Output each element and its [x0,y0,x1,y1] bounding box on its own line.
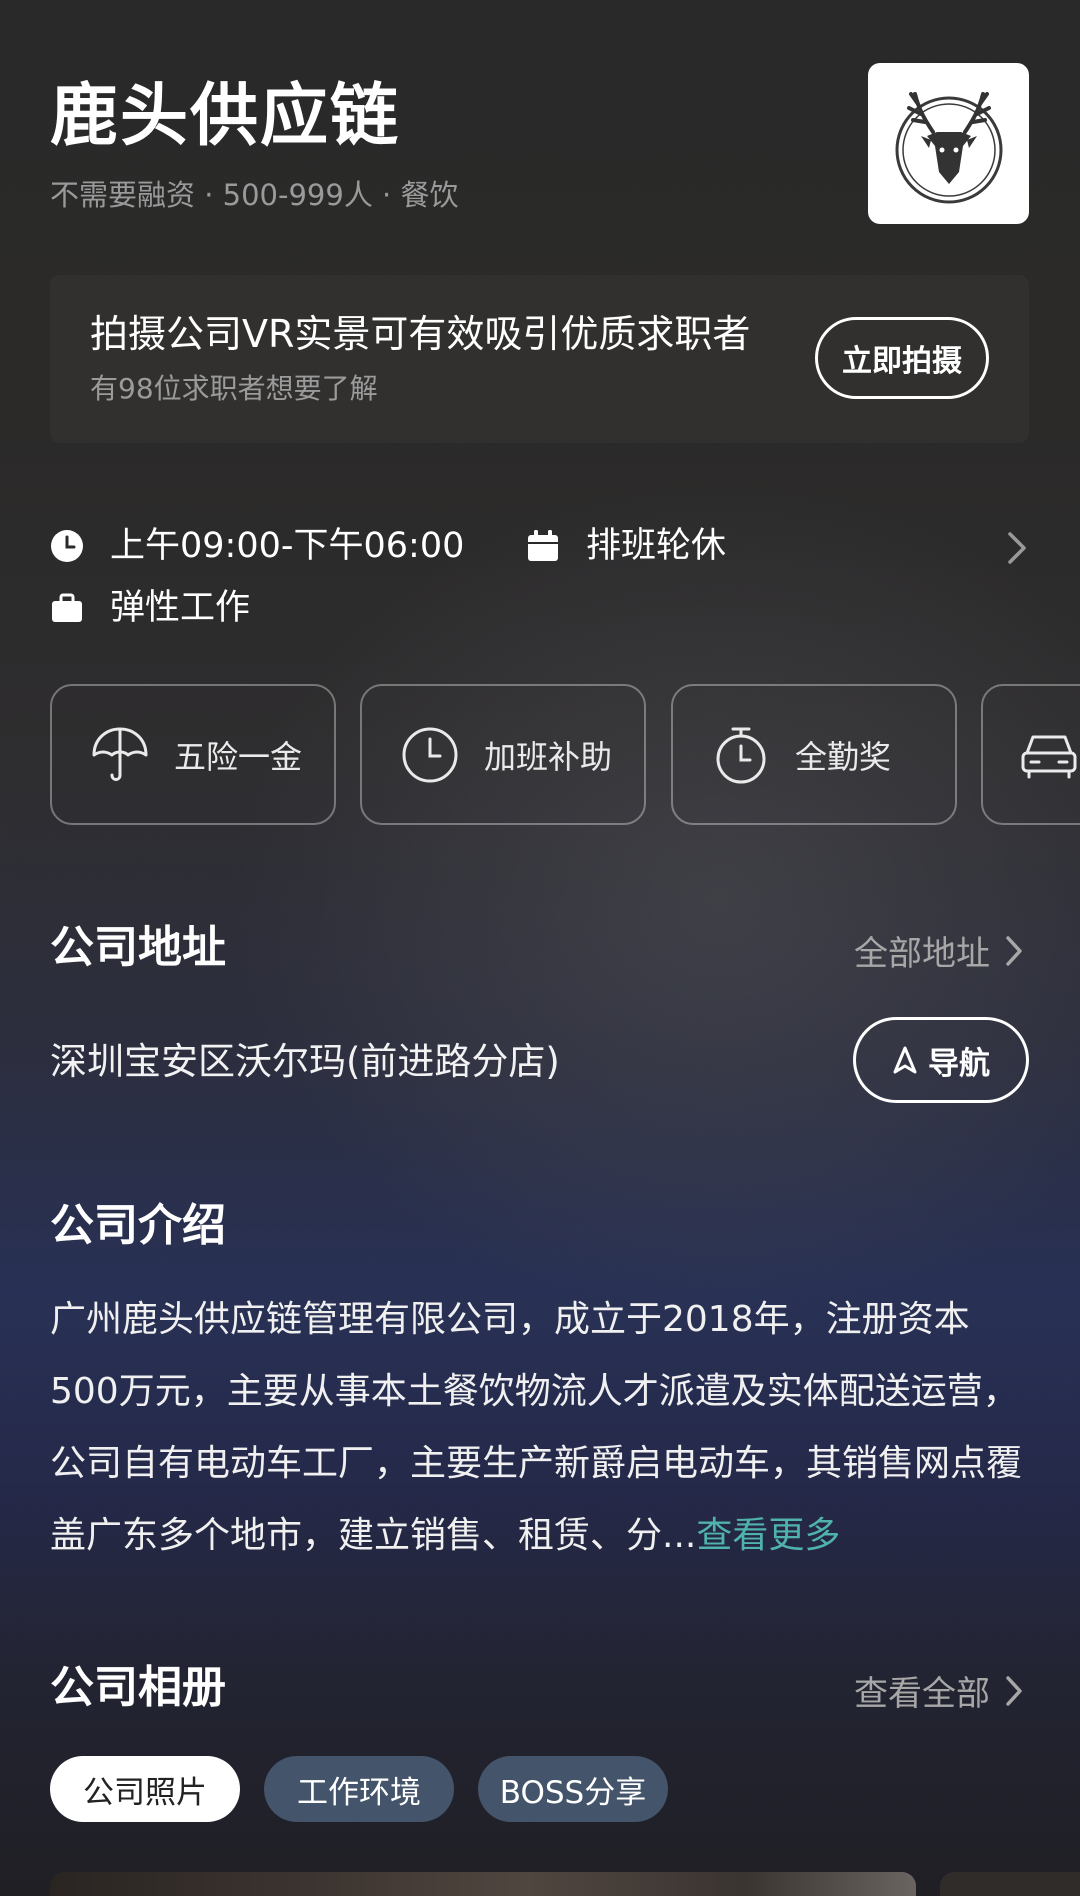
briefcase-icon [50,591,84,625]
navigate-button-label: 导航 [928,1045,990,1082]
benefit-label: 全勤奖 [795,737,892,776]
navigation-arrow-icon [893,1046,917,1074]
all-addresses-label: 全部地址 [854,934,990,974]
company-meta: 不需要融资 · 500-999人 · 餐饮 [50,178,459,212]
deer-head-icon [895,91,1002,203]
work-hours: 上午09:00-下午06:00 [50,521,464,571]
navigate-button[interactable]: 导航 [853,1017,1029,1103]
view-all-album-label: 查看全部 [854,1674,990,1714]
vr-promo-subtitle: 有98位求职者想要了解 [90,372,378,405]
company-name: 鹿头供应链 [50,77,401,156]
work-schedule: 排班轮休 [526,521,726,571]
tab-company-photos[interactable]: 公司照片 [50,1756,240,1822]
car-icon [1017,723,1080,787]
shoot-vr-button[interactable]: 立即拍摄 [815,317,989,399]
stopwatch-icon [709,723,773,787]
calendar-icon [526,529,560,563]
benefit-card[interactable]: 五险一金 [50,684,336,825]
benefit-label: 加班补助 [484,737,613,776]
address-section-title: 公司地址 [50,922,226,973]
intro-section-title: 公司介绍 [50,1200,226,1251]
work-mode-text: 弹性工作 [110,588,251,628]
chevron-right-icon [1006,935,1022,966]
work-hours-text: 上午09:00-下午06:00 [110,526,465,566]
company-logo[interactable] [868,63,1029,224]
company-intro: 广州鹿头供应链管理有限公司，成立于2018年，注册资本500万元，主要从事本土餐… [50,1284,1036,1572]
clock-icon [50,529,84,563]
all-addresses-link[interactable]: 全部地址 [854,926,1024,975]
chevron-right-icon[interactable] [1006,531,1028,565]
album-photo[interactable] [940,1872,1080,1896]
benefit-label: 五险一金 [174,737,303,776]
chevron-right-icon [1006,1675,1022,1706]
album-photo[interactable] [50,1872,916,1896]
work-mode: 弹性工作 [50,583,250,633]
benefit-card[interactable] [981,684,1080,825]
view-more-link[interactable]: 查看更多 [696,1515,840,1556]
work-schedule-text: 排班轮休 [586,526,727,566]
clock-icon [398,723,462,787]
umbrella-icon [88,723,152,787]
vr-promo-title: 拍摄公司VR实景可有效吸引优质求职者 [90,312,751,356]
company-intro-text: 广州鹿头供应链管理有限公司，成立于2018年，注册资本500万元，主要从事本土餐… [50,1299,1023,1556]
benefit-card[interactable]: 加班补助 [360,684,646,825]
company-address: 深圳宝安区沃尔玛(前进路分店) [50,1040,560,1083]
tab-boss-share[interactable]: BOSS分享 [478,1756,668,1822]
tab-work-environment[interactable]: 工作环境 [264,1756,454,1822]
view-all-album-link[interactable]: 查看全部 [854,1666,1024,1715]
album-section-title: 公司相册 [50,1662,226,1713]
benefit-card[interactable]: 全勤奖 [671,684,957,825]
